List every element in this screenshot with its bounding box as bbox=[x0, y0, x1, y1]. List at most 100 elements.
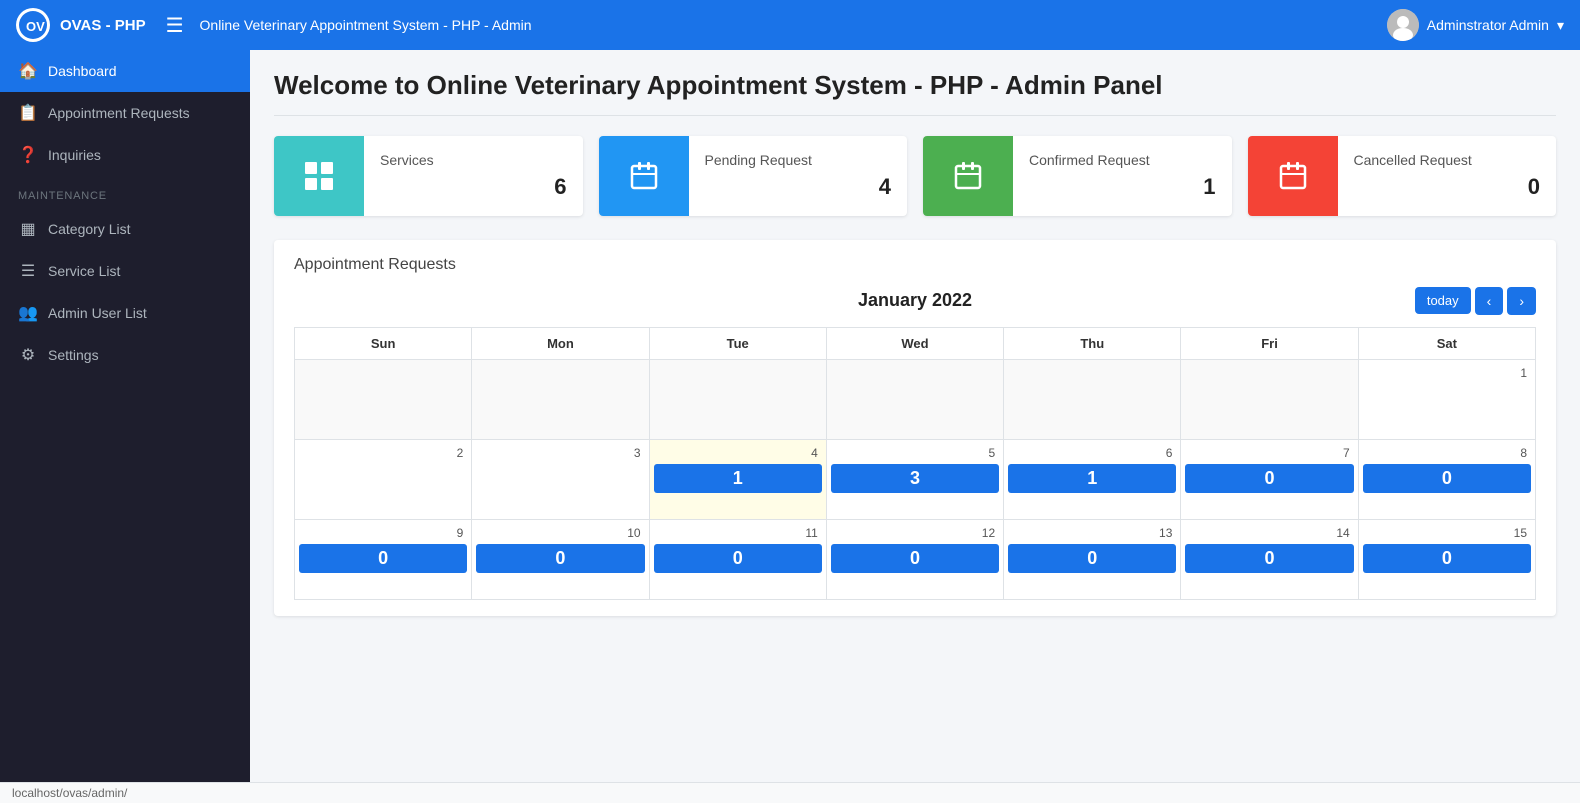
cell-date-number: 10 bbox=[476, 524, 644, 542]
stat-content-cancelled: Cancelled Request 0 bbox=[1338, 136, 1557, 216]
stat-card-services[interactable]: Services 6 bbox=[274, 136, 583, 216]
calendar-cell[interactable]: 70 bbox=[1181, 440, 1358, 520]
svg-text:OV: OV bbox=[26, 19, 45, 34]
calendar-cell: 2 bbox=[295, 440, 472, 520]
calendar-cell[interactable]: 53 bbox=[826, 440, 1003, 520]
calendar-month-title: January 2022 bbox=[858, 290, 972, 311]
appointment-badge[interactable]: 3 bbox=[831, 464, 999, 493]
cell-date-number: 4 bbox=[654, 444, 822, 462]
cancelled-icon-box bbox=[1248, 136, 1338, 216]
sidebar-item-service-list[interactable]: ☰ Service List bbox=[0, 250, 250, 292]
sidebar-item-inquiries-label: Inquiries bbox=[48, 147, 101, 163]
user-menu[interactable]: Adminstrator Admin ▾ bbox=[1387, 9, 1564, 41]
page-heading: Welcome to Online Veterinary Appointment… bbox=[274, 70, 1556, 116]
pending-value: 4 bbox=[705, 174, 892, 200]
services-icon-box bbox=[274, 136, 364, 216]
calendar-cell[interactable]: 140 bbox=[1181, 520, 1358, 600]
stat-card-cancelled[interactable]: Cancelled Request 0 bbox=[1248, 136, 1557, 216]
stat-card-confirmed[interactable]: Confirmed Request 1 bbox=[923, 136, 1232, 216]
appointment-badge[interactable]: 0 bbox=[1363, 544, 1531, 573]
services-label: Services bbox=[380, 152, 567, 168]
sidebar-item-admin-user-list[interactable]: 👥 Admin User List bbox=[0, 292, 250, 334]
day-wed: Wed bbox=[826, 328, 1003, 360]
calendar-table: Sun Mon Tue Wed Thu Fri Sat 123415361708… bbox=[294, 327, 1536, 600]
calendar-week-row: 1 bbox=[295, 360, 1536, 440]
pending-icon-box bbox=[599, 136, 689, 216]
statusbar-url: localhost/ovas/admin/ bbox=[12, 786, 127, 800]
sidebar-item-inquiries[interactable]: ❓ Inquiries bbox=[0, 134, 250, 176]
calendar-cell[interactable]: 61 bbox=[1004, 440, 1181, 520]
appointment-icon: 📋 bbox=[18, 103, 38, 123]
stat-content-services: Services 6 bbox=[364, 136, 583, 216]
day-tue: Tue bbox=[649, 328, 826, 360]
appointment-badge[interactable]: 0 bbox=[1185, 464, 1353, 493]
confirmed-icon-box bbox=[923, 136, 1013, 216]
calendar-cell[interactable]: 80 bbox=[1358, 440, 1535, 520]
day-fri: Fri bbox=[1181, 328, 1358, 360]
brand-avatar: OV bbox=[16, 8, 50, 42]
cell-date-number: 9 bbox=[299, 524, 467, 542]
calendar-header: January 2022 today ‹ › bbox=[294, 290, 1536, 311]
appointment-badge[interactable]: 0 bbox=[1363, 464, 1531, 493]
cell-date-number: 1 bbox=[1363, 364, 1531, 382]
calendar-cell[interactable]: 100 bbox=[472, 520, 649, 600]
cell-date-number: 15 bbox=[1363, 524, 1531, 542]
appointment-badge[interactable]: 0 bbox=[831, 544, 999, 573]
appointment-badge[interactable]: 1 bbox=[1008, 464, 1176, 493]
stat-card-pending[interactable]: Pending Request 4 bbox=[599, 136, 908, 216]
cell-date-number: 3 bbox=[476, 444, 644, 462]
appointment-badge[interactable]: 0 bbox=[654, 544, 822, 573]
calendar-section-title: Appointment Requests bbox=[294, 256, 1536, 274]
navbar: OV OVAS - PHP ☰ Online Veterinary Appoin… bbox=[0, 0, 1580, 50]
calendar-cell bbox=[1181, 360, 1358, 440]
calendar-cell[interactable]: 110 bbox=[649, 520, 826, 600]
today-button[interactable]: today bbox=[1415, 287, 1471, 314]
appointment-badge[interactable]: 0 bbox=[1008, 544, 1176, 573]
cancelled-label: Cancelled Request bbox=[1354, 152, 1541, 168]
appointment-badge[interactable]: 0 bbox=[1185, 544, 1353, 573]
prev-month-button[interactable]: ‹ bbox=[1475, 287, 1504, 315]
cell-date-number: 7 bbox=[1185, 444, 1353, 462]
calendar-cell[interactable]: 150 bbox=[1358, 520, 1535, 600]
sidebar-item-dashboard[interactable]: 🏠 Dashboard bbox=[0, 50, 250, 92]
day-thu: Thu bbox=[1004, 328, 1181, 360]
cell-date-number: 6 bbox=[1008, 444, 1176, 462]
sidebar-item-admin-user-label: Admin User List bbox=[48, 305, 147, 321]
category-icon: ▦ bbox=[18, 219, 38, 239]
next-month-button[interactable]: › bbox=[1507, 287, 1536, 315]
stats-row: Services 6 Pending Request 4 bbox=[274, 136, 1556, 216]
hamburger-icon[interactable]: ☰ bbox=[166, 13, 184, 38]
user-label: Adminstrator Admin bbox=[1427, 17, 1549, 33]
settings-icon: ⚙ bbox=[18, 345, 38, 365]
services-value: 6 bbox=[380, 174, 567, 200]
calendar-cell[interactable]: 120 bbox=[826, 520, 1003, 600]
sidebar-item-appointment-requests[interactable]: 📋 Appointment Requests bbox=[0, 92, 250, 134]
confirmed-label: Confirmed Request bbox=[1029, 152, 1216, 168]
appointment-badge[interactable]: 0 bbox=[476, 544, 644, 573]
sidebar-item-settings[interactable]: ⚙ Settings bbox=[0, 334, 250, 376]
calendar-week-row: 234153617080 bbox=[295, 440, 1536, 520]
statusbar: localhost/ovas/admin/ bbox=[0, 782, 1580, 803]
stat-content-confirmed: Confirmed Request 1 bbox=[1013, 136, 1232, 216]
calendar-cell[interactable]: 130 bbox=[1004, 520, 1181, 600]
sidebar-item-category-list[interactable]: ▦ Category List bbox=[0, 208, 250, 250]
calendar-week-row: 90100110120130140150 bbox=[295, 520, 1536, 600]
calendar-cell[interactable]: 90 bbox=[295, 520, 472, 600]
sidebar-item-dashboard-label: Dashboard bbox=[48, 63, 117, 79]
appointment-badge[interactable]: 1 bbox=[654, 464, 822, 493]
appointment-badge[interactable]: 0 bbox=[299, 544, 467, 573]
sidebar-item-service-label: Service List bbox=[48, 263, 120, 279]
service-icon: ☰ bbox=[18, 261, 38, 281]
sidebar-item-category-label: Category List bbox=[48, 221, 130, 237]
confirmed-value: 1 bbox=[1029, 174, 1216, 200]
calendar-header-row: Sun Mon Tue Wed Thu Fri Sat bbox=[295, 328, 1536, 360]
layout: 🏠 Dashboard 📋 Appointment Requests ❓ Inq… bbox=[0, 50, 1580, 782]
calendar-cell[interactable]: 41 bbox=[649, 440, 826, 520]
day-sun: Sun bbox=[295, 328, 472, 360]
admin-user-icon: 👥 bbox=[18, 303, 38, 323]
calendar-nav: today ‹ › bbox=[1415, 287, 1536, 315]
calendar-section: Appointment Requests January 2022 today … bbox=[274, 240, 1556, 616]
user-avatar bbox=[1387, 9, 1419, 41]
cell-date-number: 13 bbox=[1008, 524, 1176, 542]
cell-date-number: 2 bbox=[299, 444, 467, 462]
